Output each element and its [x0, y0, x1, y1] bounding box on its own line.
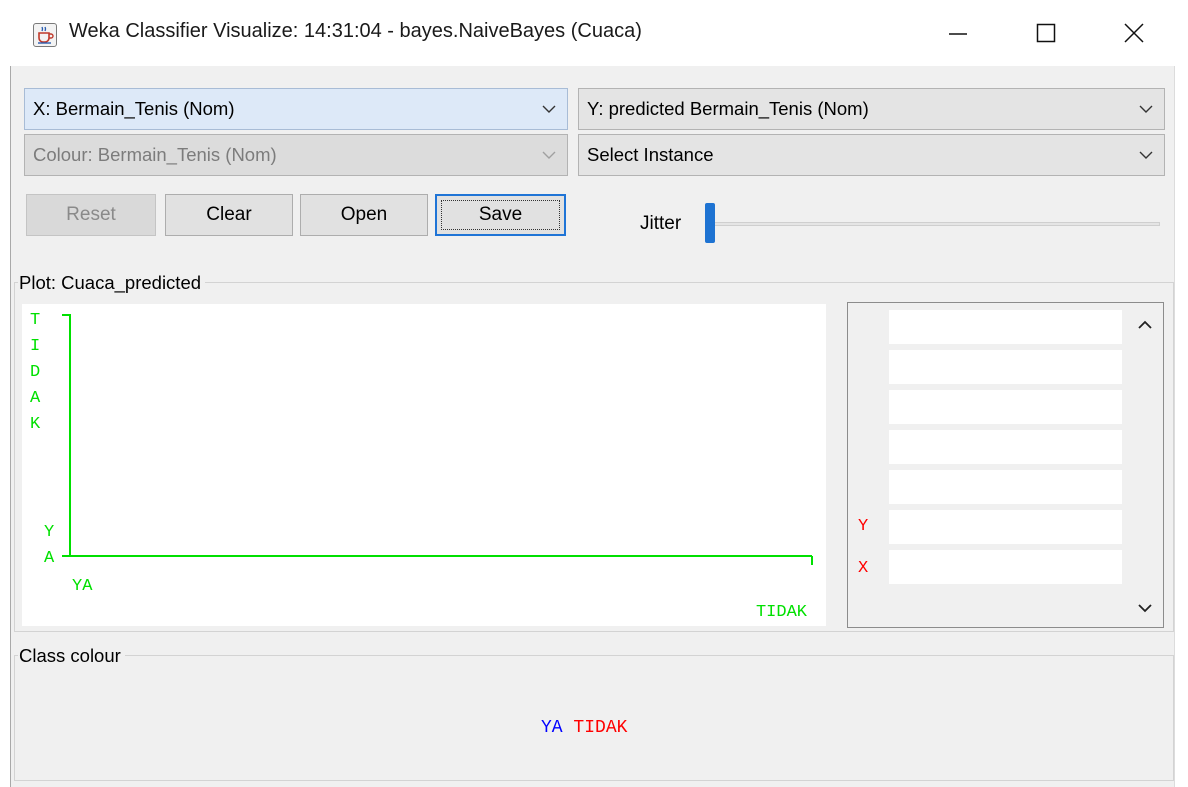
x-axis-select-value: X: Bermain_Tenis (Nom) — [33, 98, 235, 119]
chevron-up-icon — [1138, 320, 1152, 329]
close-button[interactable] — [1088, 0, 1180, 66]
attribute-bar[interactable] — [889, 510, 1122, 544]
attribute-bar[interactable] — [889, 550, 1122, 584]
chevron-down-icon — [531, 105, 567, 114]
plot-group-title: Plot: Cuaca_predicted — [18, 272, 206, 294]
scroll-up-button[interactable] — [1133, 312, 1157, 336]
maximize-button[interactable] — [1000, 0, 1092, 66]
class-value-ya[interactable]: YA — [541, 718, 563, 738]
class-colour-title: Class colour — [18, 645, 125, 667]
x-axis-right-label: TIDAK — [756, 603, 808, 622]
attribute-bar[interactable] — [889, 390, 1122, 424]
save-button[interactable]: Save — [435, 194, 566, 236]
select-instance-value: Select Instance — [587, 144, 714, 165]
chevron-down-icon — [531, 151, 567, 160]
chevron-down-icon — [1128, 151, 1164, 160]
y-axis-bottom-label: YA — [44, 523, 55, 568]
y-axis-select[interactable]: Y: predicted Bermain_Tenis (Nom) — [578, 88, 1165, 130]
attribute-bar[interactable] — [889, 430, 1122, 464]
chevron-down-icon — [1138, 603, 1152, 612]
plot-svg: TIDAK YA YA TIDAK — [30, 311, 813, 622]
maximize-icon — [1036, 23, 1056, 43]
plot-canvas[interactable]: TIDAK YA YA TIDAK — [22, 304, 826, 626]
focus-ring — [441, 200, 560, 230]
y-axis-top-label: TIDAK — [30, 311, 41, 434]
select-instance-dropdown[interactable]: Select Instance — [578, 134, 1165, 176]
x-axis-select[interactable]: X: Bermain_Tenis (Nom) — [24, 88, 568, 130]
jitter-slider-thumb[interactable] — [705, 203, 715, 243]
colour-select[interactable]: Colour: Bermain_Tenis (Nom) — [24, 134, 568, 176]
attribute-x-marker: X — [858, 559, 869, 578]
minimize-button[interactable] — [912, 0, 1004, 66]
open-button[interactable]: Open — [300, 194, 428, 236]
chevron-down-icon — [1128, 105, 1164, 114]
clear-button[interactable]: Clear — [165, 194, 293, 236]
x-axis-left-label: YA — [72, 577, 93, 596]
class-value-tidak[interactable]: TIDAK — [573, 718, 627, 738]
attribute-bar[interactable] — [889, 350, 1122, 384]
close-icon — [1124, 23, 1144, 43]
y-axis-select-value: Y: predicted Bermain_Tenis (Nom) — [587, 98, 869, 119]
class-colour-values: YA TIDAK — [541, 718, 627, 738]
jitter-label: Jitter — [640, 213, 682, 234]
colour-select-value: Colour: Bermain_Tenis (Nom) — [33, 144, 277, 165]
attribute-bar[interactable] — [889, 470, 1122, 504]
background-window-edge — [1174, 66, 1188, 787]
minimize-icon — [949, 33, 967, 35]
attribute-y-marker: Y — [858, 517, 869, 536]
jitter-slider-track[interactable] — [708, 222, 1160, 226]
java-coffee-icon — [33, 23, 57, 47]
window-title: Weka Classifier Visualize: 14:31:04 - ba… — [69, 20, 642, 42]
attribute-bar[interactable] — [889, 310, 1122, 344]
reset-button[interactable]: Reset — [26, 194, 156, 236]
scroll-down-button[interactable] — [1133, 596, 1157, 620]
